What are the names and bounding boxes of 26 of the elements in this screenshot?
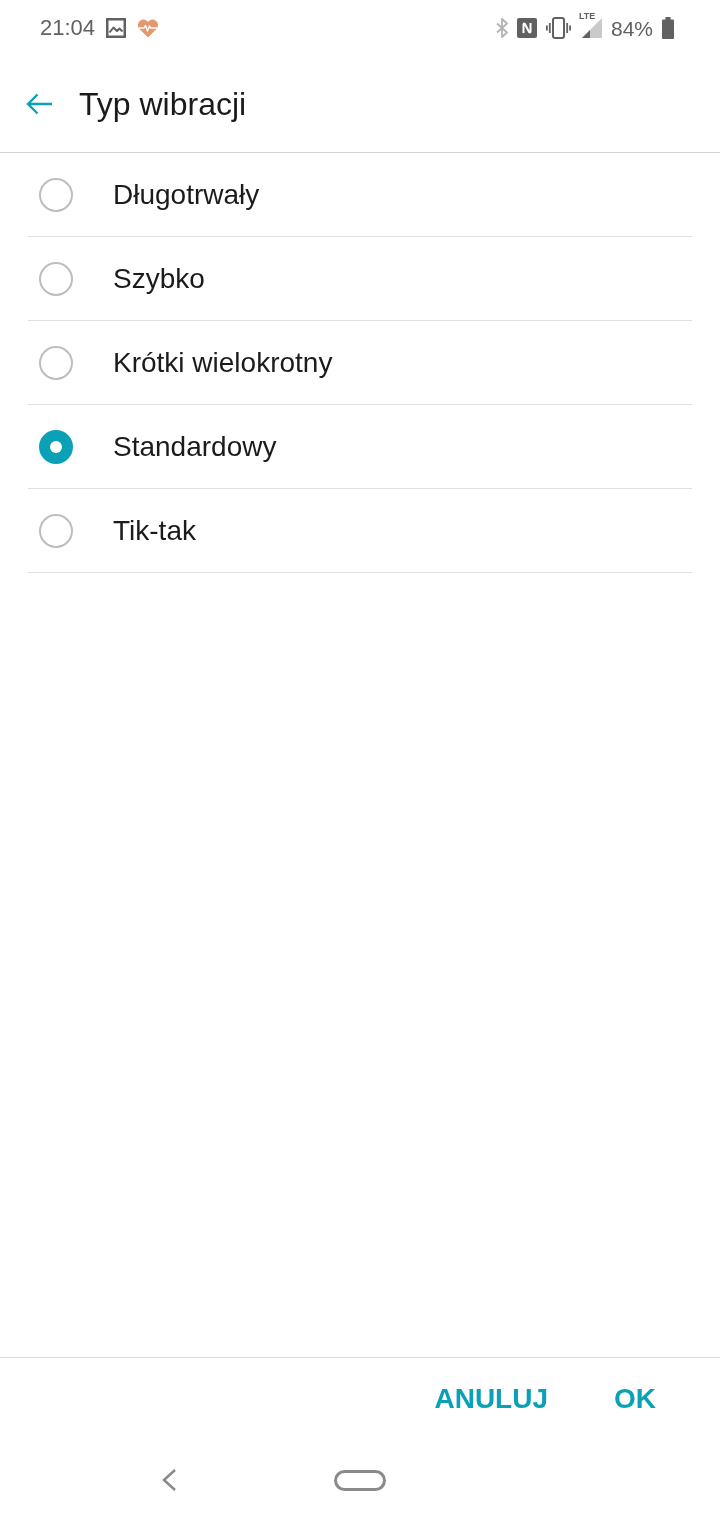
pill-icon xyxy=(334,1469,386,1491)
battery-percent: 84% xyxy=(610,17,653,39)
home-button[interactable] xyxy=(334,1469,386,1491)
vibrate-icon xyxy=(545,17,571,39)
option-label[interactable]: Szybko xyxy=(113,262,205,295)
nav-back-button[interactable] xyxy=(161,1468,177,1492)
battery-icon xyxy=(662,17,674,39)
option-label[interactable]: Długotrwały xyxy=(113,178,260,211)
nfc-icon xyxy=(516,18,537,38)
radio-button[interactable] xyxy=(39,177,73,212)
arrow-left-icon xyxy=(25,92,53,116)
option-label[interactable]: Krótki wielokrotny xyxy=(113,346,333,379)
chevron-left-icon xyxy=(161,1468,177,1492)
option-label[interactable]: Standardowy xyxy=(113,430,277,463)
radio-button[interactable] xyxy=(39,345,73,380)
status-time: 21:04 xyxy=(40,17,96,39)
heart-pulse-icon xyxy=(137,18,160,38)
option-label[interactable]: Tik-tak xyxy=(113,514,196,547)
radio-button[interactable] xyxy=(39,261,73,296)
image-icon xyxy=(106,18,127,38)
radio-button[interactable] xyxy=(39,513,73,548)
back-button[interactable] xyxy=(25,92,53,116)
bluetooth-icon xyxy=(495,18,508,38)
page-title: Typ wibracji xyxy=(79,85,247,123)
network-type-label: LTE xyxy=(578,12,596,21)
radio-button[interactable] xyxy=(39,429,73,464)
